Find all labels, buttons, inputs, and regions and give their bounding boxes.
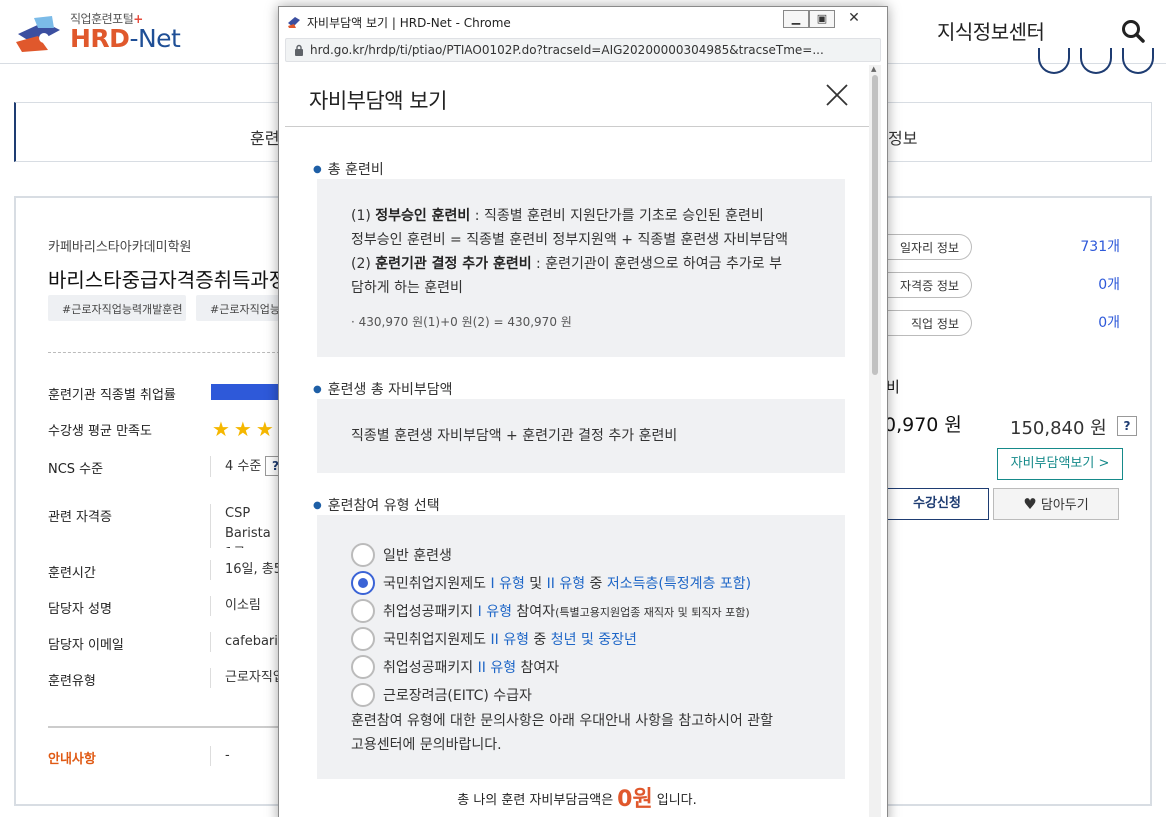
save-button[interactable]: ♥ 담아두기: [993, 488, 1119, 520]
tag-chip[interactable]: #근로자직업능력개발훈련: [196, 295, 280, 321]
participation-type-box: 일반 훈련생 국민취업지원제도 I 유형 및 II 유형 중 저소득층(특정계층…: [317, 515, 845, 779]
logo-mark-icon: [16, 16, 60, 52]
apply-button[interactable]: 수강신청: [885, 488, 989, 520]
total-self-pay: 총 나의 훈련 자비부담금액은 0원 입니다.: [457, 787, 697, 812]
radio-button[interactable]: [351, 543, 375, 567]
heart-icon: ♥: [1023, 495, 1037, 513]
manager-name-value: 이소림: [210, 596, 280, 616]
help-icon[interactable]: ?: [1117, 416, 1137, 436]
tag-chip[interactable]: #근로자직업능력개발훈련: [48, 295, 186, 321]
window-titlebar[interactable]: 자비부담액 보기 | HRD-Net - Chrome ▁ ▣ ✕: [279, 7, 887, 37]
label-satisfaction: 수강생 평균 만족도: [48, 424, 152, 439]
tab-info[interactable]: 정보: [888, 125, 917, 149]
total-fee-price: 0,970 원: [884, 414, 962, 436]
section-heading-total-fee: ● 총 훈련비: [313, 162, 384, 178]
label-manager-email: 담당자 이메일: [48, 638, 124, 653]
radio-button[interactable]: [351, 599, 375, 623]
tab-training[interactable]: 훈련: [250, 125, 279, 149]
career-info-count[interactable]: 0개: [1098, 312, 1120, 332]
govt-fee-formula: 정부승인 훈련비 = 직종별 훈련비 정부지원액 + 직종별 훈련생 자비부담액: [351, 232, 789, 248]
search-icon[interactable]: [1120, 18, 1146, 44]
close-icon[interactable]: ✕: [841, 10, 867, 28]
govt-fee-definition: (1) 정부승인 훈련비 : 직종별 훈련비 지원단가를 기초로 승인된 훈련비: [351, 208, 764, 224]
section-heading-participation-type: ● 훈련참여 유형 선택: [313, 498, 440, 514]
self-pay-price: 150,840 원: [1010, 418, 1107, 439]
self-pay-box: 직종별 훈련생 자비부담액 + 훈련기관 결정 추가 훈련비: [317, 399, 845, 473]
label-certificate: 관련 자격증: [48, 510, 112, 525]
scroll-thumb[interactable]: [872, 75, 878, 375]
scrollbar[interactable]: ▲: [869, 65, 881, 817]
section-heading-self-pay: ● 훈련생 총 자비부담액: [313, 382, 453, 398]
certificate-info-count[interactable]: 0개: [1098, 274, 1120, 294]
address-bar[interactable]: hrd.go.kr/hrdp/ti/ptiao/PTIAO0102P.do?tr…: [285, 38, 881, 62]
popup-window: 자비부담액 보기 | HRD-Net - Chrome ▁ ▣ ✕ hrd.go…: [278, 6, 888, 817]
label-notice: 안내사항: [48, 752, 96, 767]
save-button-label: 담아두기: [1040, 498, 1089, 513]
divider: [48, 726, 280, 728]
minimize-icon[interactable]: ▁: [783, 10, 809, 28]
maximize-icon[interactable]: ▣: [809, 10, 835, 28]
radio-button[interactable]: [351, 655, 375, 679]
training-hours-value: 16일, 총56시간: [210, 560, 280, 580]
hrd-net-logo[interactable]: 직업훈련포털+ HRD-Net: [12, 8, 192, 56]
self-pay-formula: 직종별 훈련생 자비부담액 + 훈련기관 결정 추가 훈련비: [351, 428, 678, 444]
course-title: 바리스타중급자격증취득과정: [48, 268, 280, 292]
label-ncs-level: NCS 수준: [48, 462, 104, 477]
divider: [285, 126, 869, 127]
manager-email-value[interactable]: cafebaristar: [210, 632, 280, 652]
fee-section-title: 비: [886, 378, 900, 396]
menu-knowledge-center[interactable]: 지식정보센터: [937, 16, 1045, 45]
divider: [48, 352, 280, 353]
star-rating-icon: ★★★: [212, 417, 278, 441]
job-info-count[interactable]: 731개: [1080, 236, 1120, 256]
dialog-content: 자비부담액 보기 ● 총 훈련비 (1) 정부승인 훈련비 : 직종별 훈련비 지…: [285, 65, 869, 817]
inquiry-notice: 훈련참여 유형에 대한 문의사항은 아래 우대안내 사항을 참고하시어 관할 고용…: [351, 713, 773, 753]
logo-title: HRD-Net: [70, 24, 181, 53]
total-self-pay-amount: 0원: [617, 787, 653, 812]
label-employment-rate: 훈련기관 직종별 취업률: [48, 388, 176, 403]
extra-fee-definition-cont: 담하게 하는 훈련비: [351, 280, 463, 296]
view-self-pay-button[interactable]: 자비부담액보기 >: [997, 448, 1123, 480]
label-training-type: 훈련유형: [48, 674, 96, 689]
close-icon[interactable]: [823, 81, 851, 109]
label-training-hours: 훈련시간: [48, 566, 96, 581]
certificate-value: CSP Barista 1급: [210, 504, 280, 548]
facebook-icon[interactable]: [1080, 48, 1112, 74]
label-manager-name: 담당자 성명: [48, 602, 112, 617]
radio-button[interactable]: [351, 627, 375, 651]
training-type-value: 근로자직업능력개발훈련: [210, 668, 280, 688]
employment-rate-bar: [211, 384, 281, 400]
radio-button[interactable]: [351, 683, 375, 707]
favicon-icon: [288, 17, 300, 28]
share-icon[interactable]: [1122, 48, 1154, 74]
institution-name[interactable]: 카페바리스타아카데미학원: [48, 236, 192, 255]
window-title: 자비부담액 보기 | HRD-Net - Chrome: [307, 16, 511, 30]
notice-value: -: [210, 746, 280, 766]
total-fee-box: (1) 정부승인 훈련비 : 직종별 훈련비 지원단가를 기초로 승인된 훈련비…: [317, 179, 845, 357]
url-text: hrd.go.kr/hrdp/ti/ptiao/PTIAO0102P.do?tr…: [310, 43, 824, 57]
extra-fee-definition: (2) 훈련기관 결정 추가 훈련비 : 훈련기관이 훈련생으로 하여금 추가로…: [351, 256, 782, 272]
total-fee-calc: · 430,970 원(1)+0 원(2) = 430,970 원: [351, 315, 572, 329]
radio-button-selected[interactable]: [351, 571, 375, 595]
lock-icon: [295, 44, 303, 56]
dialog-title: 자비부담액 보기: [309, 89, 447, 113]
twitter-icon[interactable]: [1038, 48, 1070, 74]
scroll-up-icon[interactable]: ▲: [871, 65, 876, 73]
